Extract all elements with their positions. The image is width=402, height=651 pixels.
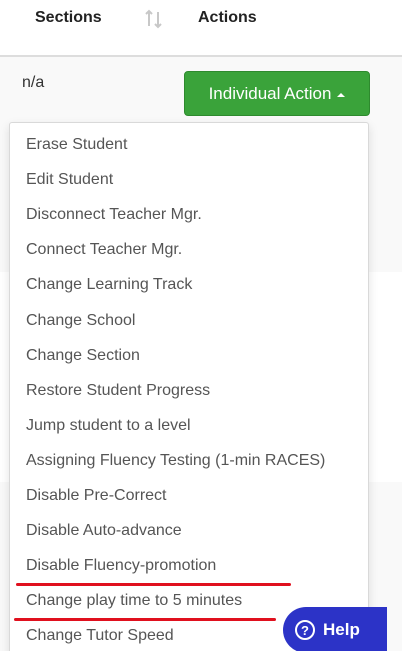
menu-item[interactable]: Change Tutor Speed bbox=[26, 627, 174, 645]
header-divider bbox=[0, 55, 402, 57]
menu-item[interactable]: Disable Pre-Correct bbox=[26, 487, 166, 505]
menu-item[interactable]: Disable Auto-advance bbox=[26, 522, 182, 540]
individual-action-button[interactable]: Individual Action bbox=[184, 71, 370, 116]
help-label: Help bbox=[323, 620, 360, 639]
table-header: Sections Actions bbox=[0, 0, 402, 38]
menu-item[interactable]: Disable Fluency-promotion bbox=[26, 557, 216, 575]
individual-action-menu: Erase Student Edit Student Disconnect Teac… bbox=[9, 122, 369, 651]
menu-item[interactable]: Change play time to 5 minutes bbox=[26, 592, 242, 610]
page: Sections Actions n/a Individual Action E… bbox=[0, 0, 402, 651]
menu-item[interactable]: Jump student to a level bbox=[26, 417, 191, 435]
highlight-underline bbox=[14, 618, 276, 621]
column-header-actions[interactable]: Actions bbox=[198, 9, 257, 27]
menu-item[interactable]: Disconnect Teacher Mgr. bbox=[26, 206, 202, 224]
question-circle-icon: ? bbox=[295, 620, 315, 640]
menu-item[interactable]: Assigning Fluency Testing (1-min RACES) bbox=[26, 452, 325, 470]
caret-up-icon bbox=[337, 92, 346, 97]
menu-item[interactable]: Edit Student bbox=[26, 171, 113, 189]
menu-item[interactable]: Change Learning Track bbox=[26, 276, 192, 294]
menu-item[interactable]: Change Section bbox=[26, 347, 140, 365]
individual-action-label: Individual Action bbox=[208, 83, 332, 103]
menu-item[interactable]: Erase Student bbox=[26, 136, 127, 154]
menu-item[interactable]: Restore Student Progress bbox=[26, 382, 210, 400]
menu-item[interactable]: Change School bbox=[26, 312, 135, 330]
highlight-underline bbox=[16, 583, 291, 586]
section-cell: n/a bbox=[22, 74, 45, 91]
sort-icon[interactable] bbox=[144, 9, 164, 29]
menu-item[interactable]: Connect Teacher Mgr. bbox=[26, 241, 182, 259]
help-button[interactable]: ? Help bbox=[283, 607, 387, 651]
column-header-sections[interactable]: Sections bbox=[35, 9, 102, 27]
